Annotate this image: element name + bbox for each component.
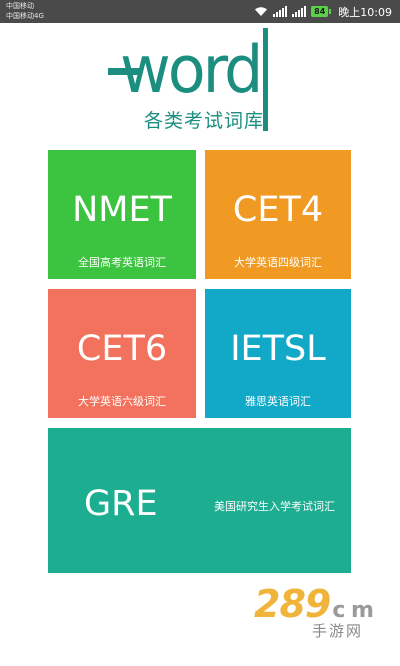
tile-cet4[interactable]: CET4 大学英语四级词汇 <box>205 150 351 279</box>
tile-subtitle: 大学英语六级词汇 <box>78 395 166 408</box>
wifi-icon <box>254 6 268 17</box>
carrier-primary: 中国移动 <box>6 2 34 10</box>
tile-title: CET4 <box>232 190 324 230</box>
tile-subtitle: 雅思英语词汇 <box>245 395 311 408</box>
tile-title: CET6 <box>76 329 168 369</box>
tile-cet6[interactable]: CET6 大学英语六级词汇 <box>48 289 196 418</box>
battery-icon: 84 <box>311 6 332 17</box>
logo-subtitle: 各类考试词库 <box>144 110 265 132</box>
logo-wordmark: word <box>120 31 263 108</box>
watermark-subtitle: 手游网 <box>312 622 364 640</box>
status-indicators: 84 晚上10:09 <box>254 0 392 23</box>
app-logo: word 各类考试词库 <box>108 28 288 133</box>
tile-title: NMET <box>72 190 172 230</box>
clock: 晚上10:09 <box>338 5 392 19</box>
battery-level: 84 <box>311 6 329 17</box>
carrier-secondary: 中国移动4G <box>6 12 44 20</box>
tile-subtitle: 美国研究生入学考试词汇 <box>214 500 335 513</box>
tile-title: GRE <box>84 484 158 524</box>
signal-icon <box>292 6 307 17</box>
tile-gre[interactable]: GRE 美国研究生入学考试词汇 <box>48 428 351 573</box>
tile-subtitle: 大学英语四级词汇 <box>234 256 322 269</box>
watermark-logo: 289c m 手游网 <box>254 582 394 644</box>
tile-subtitle: 全国高考英语词汇 <box>78 256 166 269</box>
tile-title: IETSL <box>230 329 326 369</box>
tile-nmet[interactable]: NMET 全国高考英语词汇 <box>48 150 196 279</box>
signal-icon <box>273 6 288 17</box>
status-bar: 中国移动 中国移动4G 84 晚上10:09 <box>0 0 400 23</box>
tile-ietsl[interactable]: IETSL 雅思英语词汇 <box>205 289 351 418</box>
